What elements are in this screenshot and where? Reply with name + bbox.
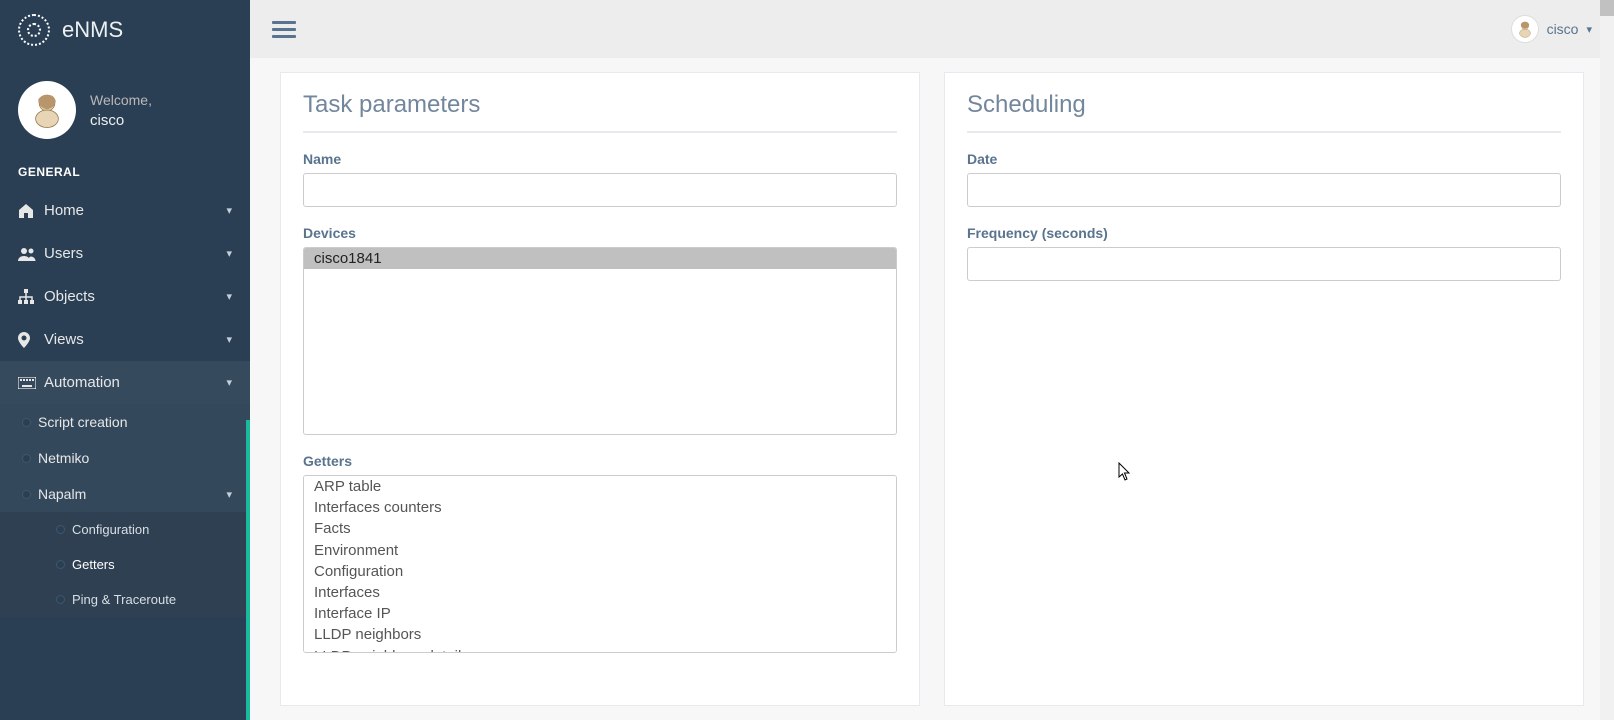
- content: Task parameters Name Devices cisco1841 G…: [250, 58, 1614, 720]
- chevron-down-icon: ▾: [226, 290, 232, 303]
- devices-multiselect[interactable]: cisco1841: [303, 247, 897, 435]
- keyboard-icon: [18, 377, 44, 389]
- chevron-down-icon: ▾: [226, 488, 232, 501]
- select-option[interactable]: Interfaces counters: [304, 497, 896, 518]
- subnav-automation: Script creation Netmiko Napalm ▾ Configu…: [0, 404, 250, 617]
- chevron-down-icon: ▾: [226, 247, 232, 260]
- sidebar: eNMS Welcome, cisco GENERAL Home ▾ Users…: [0, 0, 250, 720]
- sidebar-item-label: Automation: [44, 374, 226, 391]
- select-option[interactable]: LLDP neighbors detail: [304, 646, 896, 654]
- sidebar-item-home[interactable]: Home ▾: [0, 189, 250, 232]
- subnav-item-script-creation[interactable]: Script creation: [0, 404, 250, 440]
- sidebar-item-objects[interactable]: Objects ▾: [0, 275, 250, 318]
- profile-block: Welcome, cisco: [0, 61, 250, 161]
- sidebar-item-users[interactable]: Users ▾: [0, 232, 250, 275]
- topbar: cisco ▾: [250, 0, 1614, 58]
- sidebar-item-label: Objects: [44, 288, 226, 305]
- select-option[interactable]: Environment: [304, 540, 896, 561]
- subnav-item-label: Ping & Traceroute: [72, 592, 176, 607]
- welcome-text: Welcome,: [90, 92, 152, 108]
- panel-title: Scheduling: [967, 91, 1561, 133]
- map-marker-icon: [18, 332, 44, 348]
- user-avatar-icon: [1511, 15, 1539, 43]
- getters-multiselect[interactable]: ARP tableInterfaces countersFactsEnviron…: [303, 475, 897, 653]
- user-menu-label: cisco: [1547, 21, 1579, 37]
- label-devices: Devices: [303, 225, 897, 241]
- chevron-down-icon: ▾: [1586, 23, 1592, 36]
- subnav-item-ping-traceroute[interactable]: Ping & Traceroute: [0, 582, 250, 617]
- section-title-general: GENERAL: [0, 161, 250, 189]
- sidebar-item-label: Users: [44, 245, 226, 262]
- select-option[interactable]: Interfaces: [304, 582, 896, 603]
- sidebar-item-automation[interactable]: Automation ▾: [0, 361, 250, 404]
- subnav-item-napalm[interactable]: Napalm ▾: [0, 476, 250, 512]
- label-getters: Getters: [303, 453, 897, 469]
- label-date: Date: [967, 151, 1561, 167]
- main-area: cisco ▾ Task parameters Name Devices cis…: [250, 0, 1614, 720]
- subnav-item-label: Napalm: [38, 486, 226, 502]
- sitemap-icon: [18, 289, 44, 305]
- users-icon: [18, 246, 44, 262]
- label-frequency: Frequency (seconds): [967, 225, 1561, 241]
- brand[interactable]: eNMS: [0, 0, 250, 61]
- select-option[interactable]: Configuration: [304, 561, 896, 582]
- page-scrollbar[interactable]: [1600, 0, 1614, 720]
- subnav-item-configuration[interactable]: Configuration: [0, 512, 250, 547]
- select-option[interactable]: cisco1841: [304, 248, 896, 269]
- select-option[interactable]: LLDP neighbors: [304, 624, 896, 645]
- subnav-item-netmiko[interactable]: Netmiko: [0, 440, 250, 476]
- sidebar-item-label: Views: [44, 331, 226, 348]
- chevron-down-icon: ▾: [226, 333, 232, 346]
- panel-task-parameters: Task parameters Name Devices cisco1841 G…: [280, 72, 920, 706]
- sidebar-item-label: Home: [44, 202, 226, 219]
- chevron-down-icon: ▾: [226, 376, 232, 389]
- chevron-down-icon: ▾: [226, 204, 232, 217]
- panel-scheduling: Scheduling Date Frequency (seconds): [944, 72, 1584, 706]
- subnav-item-label: Netmiko: [38, 450, 89, 466]
- select-option[interactable]: Facts: [304, 518, 896, 539]
- subnav-napalm: Configuration Getters Ping & Traceroute: [0, 512, 250, 617]
- select-option[interactable]: ARP table: [304, 476, 896, 497]
- brand-name: eNMS: [62, 17, 123, 43]
- subnav-item-label: Getters: [72, 557, 115, 572]
- subnav-item-label: Script creation: [38, 414, 127, 430]
- home-icon: [18, 203, 44, 219]
- select-option[interactable]: Interface IP: [304, 603, 896, 624]
- avatar: [18, 81, 76, 139]
- frequency-input[interactable]: [967, 247, 1561, 281]
- panel-title: Task parameters: [303, 91, 897, 133]
- name-input[interactable]: [303, 173, 897, 207]
- profile-username: cisco: [90, 112, 152, 129]
- subnav-item-getters[interactable]: Getters: [0, 547, 250, 582]
- sidebar-item-views[interactable]: Views ▾: [0, 318, 250, 361]
- scrollbar-thumb[interactable]: [1600, 0, 1614, 16]
- label-name: Name: [303, 151, 897, 167]
- brand-logo-icon: [18, 14, 50, 46]
- subnav-item-label: Configuration: [72, 522, 149, 537]
- hamburger-icon[interactable]: [272, 17, 296, 42]
- date-input[interactable]: [967, 173, 1561, 207]
- user-menu[interactable]: cisco ▾: [1511, 15, 1592, 43]
